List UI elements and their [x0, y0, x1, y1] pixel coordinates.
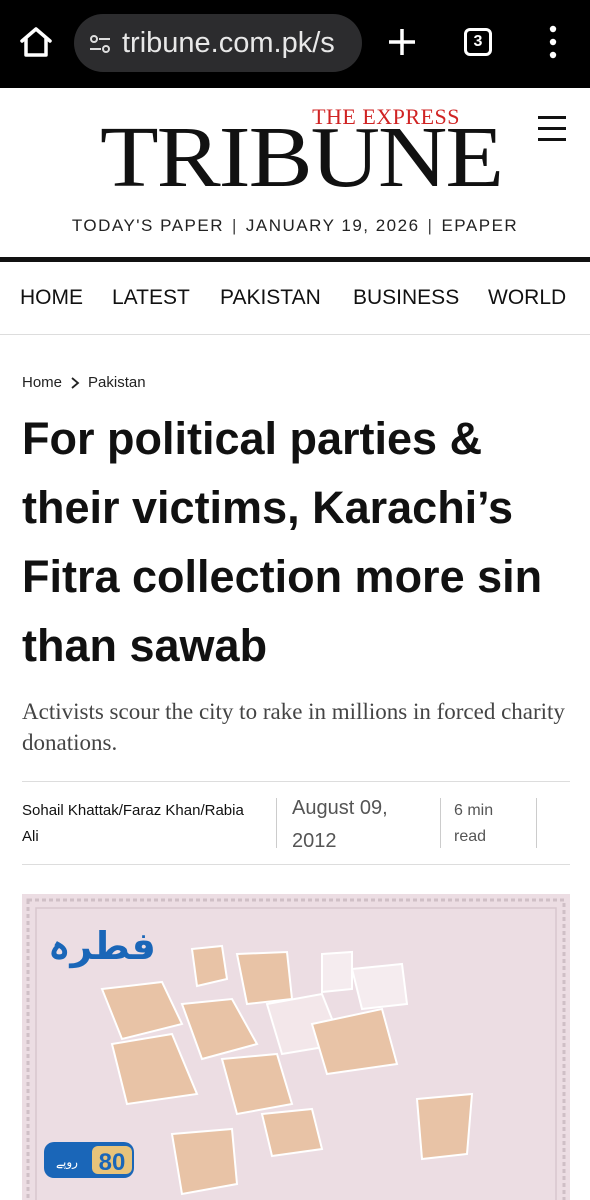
current-date: JANUARY 19, 2026: [245, 216, 420, 235]
meta-divider: [276, 798, 277, 848]
read-time: 6 min read: [454, 802, 494, 845]
chevron-right-icon: [71, 376, 80, 389]
epaper-link[interactable]: EPAPER: [441, 216, 518, 236]
article-subhead: Activists scour the city to rake in mill…: [22, 699, 565, 755]
breadcrumb: Home Pakistan: [22, 374, 146, 391]
hamburger-menu-icon[interactable]: [538, 116, 566, 141]
urdu-title: فطرہ: [48, 924, 156, 968]
browser-toolbar: tribune.com.pk/s 3: [0, 0, 590, 88]
breadcrumb-home[interactable]: Home: [22, 374, 62, 391]
new-tab-icon[interactable]: [386, 26, 418, 58]
meta-divider: [440, 798, 441, 848]
price-text: 80: [99, 1149, 126, 1176]
paper-links: TODAY'S PAPER | JANUARY 19, 2026 | EPAPER: [0, 216, 590, 236]
url-text[interactable]: tribune.com.pk/s: [122, 27, 335, 60]
nav-item-world[interactable]: WORLD: [488, 286, 566, 310]
article-meta: Sohail Khattak/Faraz Khan/Rabia Ali Augu…: [22, 781, 570, 865]
meta-divider: [536, 798, 537, 848]
breadcrumb-pakistan[interactable]: Pakistan: [88, 374, 146, 391]
address-bar[interactable]: tribune.com.pk/s: [74, 14, 362, 72]
fitra-torn-receipt-illustration: 80 روپے فطرہ: [26, 898, 566, 1200]
nav-item-pakistan[interactable]: PAKISTAN: [220, 286, 321, 310]
separator: |: [231, 216, 238, 235]
separator: |: [427, 216, 434, 235]
nav-item-latest[interactable]: LATEST: [112, 286, 190, 310]
article-date: August 09, 2012: [292, 797, 388, 852]
article-image[interactable]: 80 روپے فطرہ: [22, 894, 570, 1200]
article-authors[interactable]: Sohail Khattak/Faraz Khan/Rabia Ali: [22, 798, 262, 850]
site-header: THE EXPRESS TRIBUNE TODAY'S PAPER | JANUAR…: [0, 88, 590, 260]
currency-text: روپے: [56, 1155, 78, 1170]
site-settings-icon[interactable]: [88, 32, 112, 56]
tab-switcher-button[interactable]: 3: [464, 28, 492, 56]
more-options-icon[interactable]: [546, 24, 560, 60]
site-logo[interactable]: THE EXPRESS TRIBUNE: [100, 102, 504, 212]
nav-item-business[interactable]: BUSINESS: [353, 286, 459, 310]
logo-tribune: TRIBUNE: [100, 108, 504, 205]
nav-item-home[interactable]: HOME: [20, 286, 83, 310]
tab-count: 3: [473, 33, 483, 50]
todays-paper-link[interactable]: TODAY'S PAPER: [72, 216, 224, 236]
article-headline: For political parties & their victims, K…: [22, 413, 543, 671]
home-icon[interactable]: [18, 24, 54, 60]
main-nav: HOME LATEST PAKISTAN BUSINESS WORLD: [0, 262, 590, 335]
